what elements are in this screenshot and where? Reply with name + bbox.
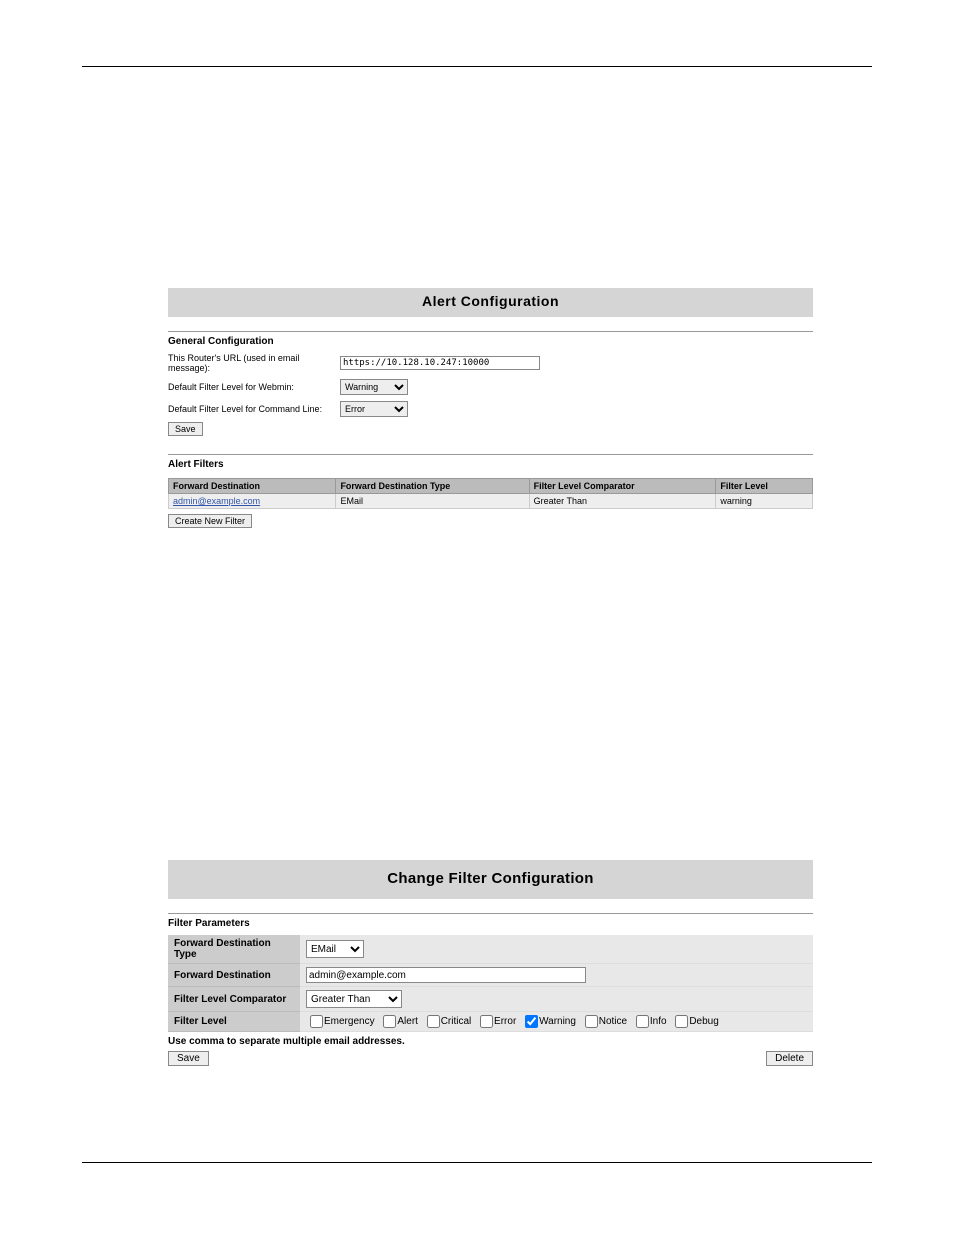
alert-filters-heading: Alert Filters bbox=[168, 459, 813, 470]
col-forward-destination-type: Forward Destination Type bbox=[336, 479, 529, 494]
notice-label: Notice bbox=[599, 1016, 627, 1027]
filter-params-table: Forward Destination Type EMail Forward D… bbox=[168, 935, 813, 1032]
alert-label: Alert bbox=[397, 1016, 418, 1027]
general-config-heading: General Configuration bbox=[168, 336, 813, 347]
table-row: admin@example.com EMail Greater Than war… bbox=[169, 494, 813, 509]
alert-filters-table: Forward Destination Forward Destination … bbox=[168, 478, 813, 509]
filter-save-button[interactable]: Save bbox=[168, 1051, 209, 1066]
cmdline-level-label: Default Filter Level for Command Line: bbox=[168, 404, 340, 414]
forward-destination-input[interactable] bbox=[306, 967, 586, 983]
webmin-level-select[interactable]: Warning bbox=[340, 379, 408, 395]
info-label: Info bbox=[650, 1016, 667, 1027]
forward-destination-type-label: Forward Destination Type bbox=[168, 935, 300, 964]
debug-checkbox[interactable] bbox=[675, 1015, 688, 1028]
filter-level-checkbox-row: Emergency Alert Critical Error Warning N… bbox=[300, 1012, 813, 1032]
forward-destination-label: Forward Destination bbox=[168, 964, 300, 987]
col-filter-level-comparator: Filter Level Comparator bbox=[529, 479, 716, 494]
warning-label: Warning bbox=[539, 1016, 576, 1027]
filter-level-comparator-label: Filter Level Comparator bbox=[168, 987, 300, 1012]
router-url-input[interactable] bbox=[340, 356, 540, 370]
filter-type-cell: EMail bbox=[336, 494, 529, 509]
debug-label: Debug bbox=[689, 1016, 718, 1027]
emergency-checkbox[interactable] bbox=[310, 1015, 323, 1028]
cmdline-level-select[interactable]: Error bbox=[340, 401, 408, 417]
alert-checkbox[interactable] bbox=[383, 1015, 396, 1028]
critical-checkbox[interactable] bbox=[427, 1015, 440, 1028]
filter-parameters-heading: Filter Parameters bbox=[168, 918, 813, 929]
filter-level-comparator-select[interactable]: Greater Than bbox=[306, 990, 402, 1008]
router-url-label: This Router's URL (used in email message… bbox=[168, 353, 340, 373]
webmin-level-label: Default Filter Level for Webmin: bbox=[168, 382, 340, 392]
warning-checkbox[interactable] bbox=[525, 1015, 538, 1028]
critical-label: Critical bbox=[441, 1016, 472, 1027]
change-filter-panel: Change Filter Configuration Filter Param… bbox=[168, 860, 813, 1066]
emergency-label: Emergency bbox=[324, 1016, 375, 1027]
alert-config-panel: Alert Configuration General Configuratio… bbox=[168, 288, 813, 528]
error-label: Error bbox=[494, 1016, 516, 1027]
filter-delete-button[interactable]: Delete bbox=[766, 1051, 813, 1066]
change-filter-title: Change Filter Configuration bbox=[168, 860, 813, 899]
page-top-rule bbox=[82, 66, 872, 67]
alert-config-title: Alert Configuration bbox=[168, 288, 813, 317]
col-filter-level: Filter Level bbox=[716, 479, 813, 494]
page-bottom-rule bbox=[82, 1162, 872, 1163]
filter-comparator-cell: Greater Than bbox=[529, 494, 716, 509]
filter-level-label: Filter Level bbox=[168, 1012, 300, 1032]
email-separator-note: Use comma to separate multiple email add… bbox=[168, 1036, 813, 1047]
filter-level-cell: warning bbox=[716, 494, 813, 509]
forward-destination-type-select[interactable]: EMail bbox=[306, 940, 364, 958]
filter-destination-link[interactable]: admin@example.com bbox=[169, 494, 336, 509]
info-checkbox[interactable] bbox=[636, 1015, 649, 1028]
create-new-filter-button[interactable]: Create New Filter bbox=[168, 514, 252, 528]
col-forward-destination: Forward Destination bbox=[169, 479, 336, 494]
error-checkbox[interactable] bbox=[480, 1015, 493, 1028]
general-save-button[interactable]: Save bbox=[168, 422, 203, 436]
notice-checkbox[interactable] bbox=[585, 1015, 598, 1028]
